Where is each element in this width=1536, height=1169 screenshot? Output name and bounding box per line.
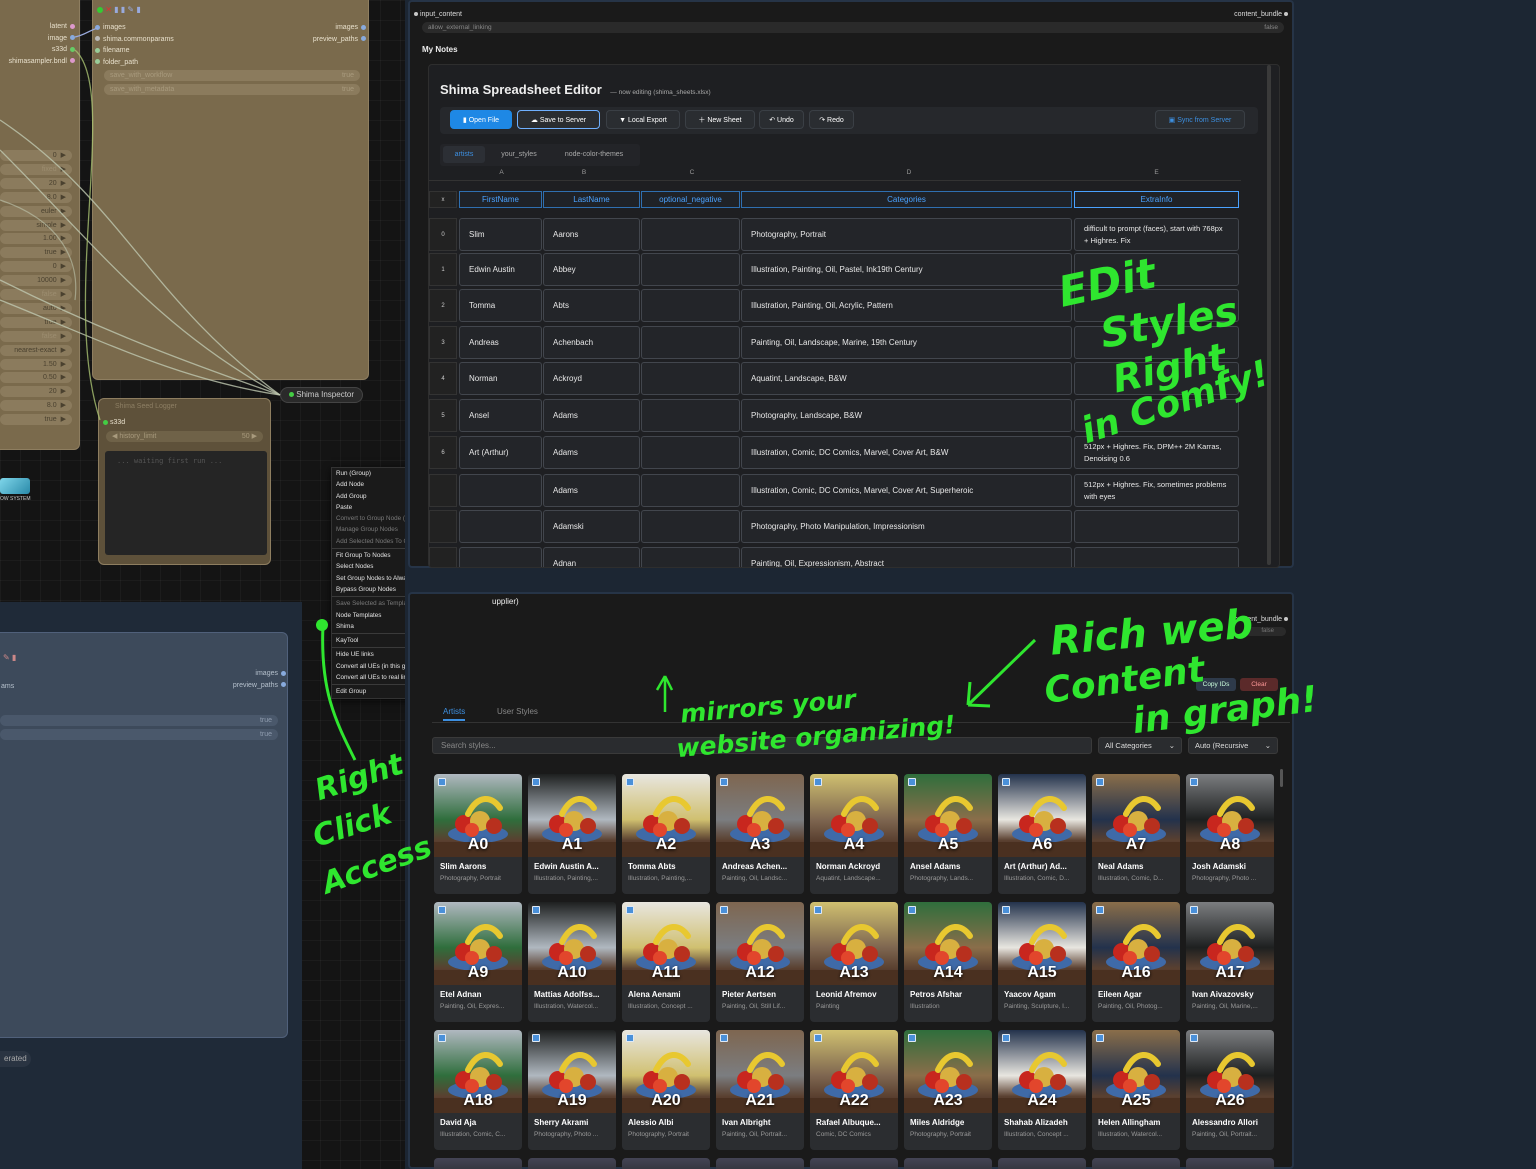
annotation-arrows <box>316 619 1037 761</box>
